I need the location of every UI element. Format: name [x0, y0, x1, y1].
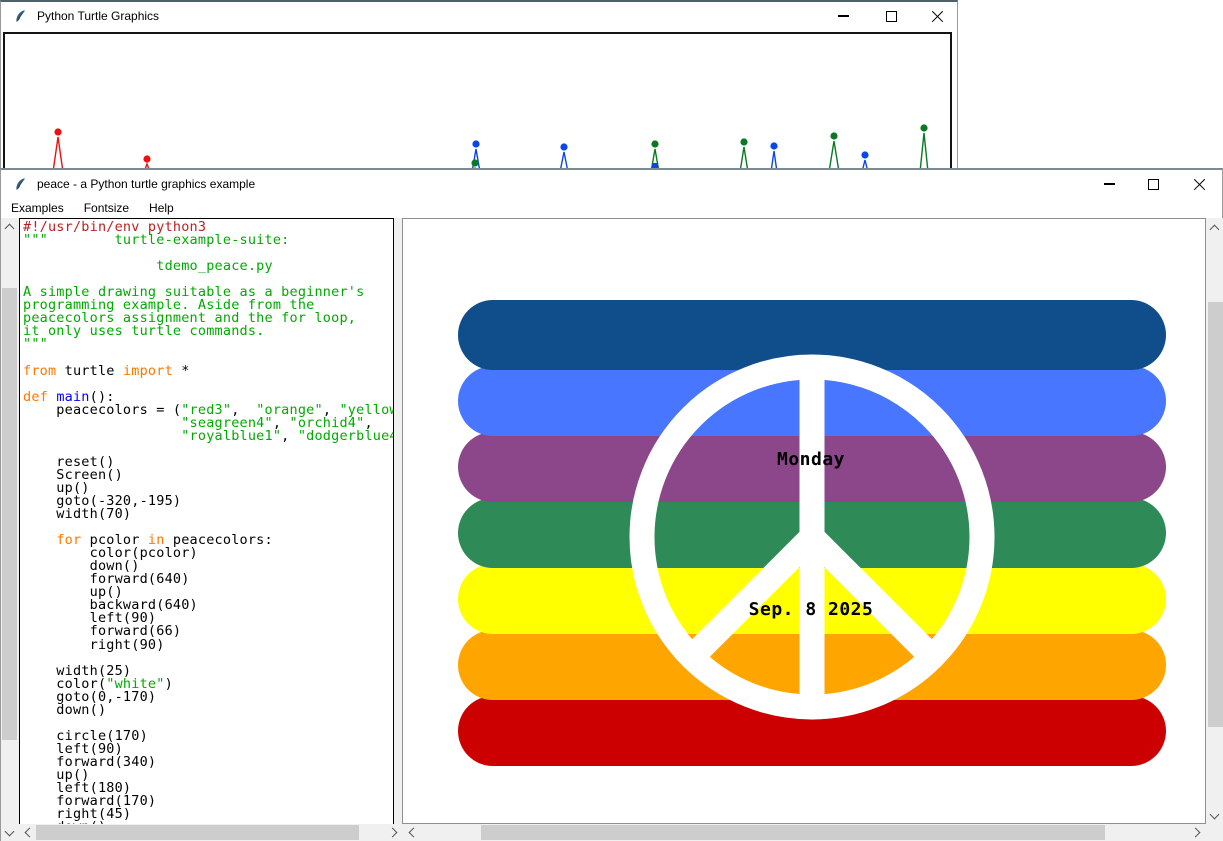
- chevron-up-icon: [5, 223, 15, 233]
- menu-bar: Examples Fontsize Help: [1, 198, 1222, 218]
- sprout-dot: [54, 128, 61, 135]
- sprout-dot: [143, 155, 150, 162]
- sprout-dot: [830, 132, 837, 139]
- maximize-button[interactable]: [1131, 170, 1176, 198]
- menu-help[interactable]: Help: [139, 199, 184, 218]
- peace-drawing-canvas: Monday Sep. 8 2025: [402, 218, 1206, 824]
- sprout-dot: [770, 142, 777, 149]
- scrollbar-thumb[interactable]: [2, 288, 17, 740]
- chevron-left-icon: [408, 828, 418, 838]
- close-icon: [931, 10, 944, 23]
- maximize-icon: [1148, 179, 1159, 190]
- menu-fontsize[interactable]: Fontsize: [74, 199, 139, 218]
- minimize-button[interactable]: [821, 2, 866, 30]
- code-line: right(90): [23, 639, 393, 652]
- code-line: it only uses turtle commands.: [23, 325, 393, 338]
- chevron-right-icon: [1190, 828, 1200, 838]
- sprout-dot: [472, 140, 479, 147]
- sprout-stem: [740, 147, 748, 169]
- peace-drawing: Monday Sep. 8 2025: [403, 219, 1205, 823]
- scrollbar-thumb[interactable]: [481, 825, 1105, 840]
- code-line: from turtle import *: [23, 365, 393, 378]
- code-text[interactable]: #!/usr/bin/env python3""" turtle-example…: [19, 218, 394, 826]
- peace-example-window: peace - a Python turtle graphics example…: [0, 168, 1223, 841]
- tk-feather-icon: [13, 176, 29, 192]
- sprout-stem: [920, 133, 928, 169]
- minimize-icon: [1104, 183, 1115, 184]
- minimize-button[interactable]: [1087, 170, 1132, 198]
- scroll-right-button[interactable]: [1188, 824, 1205, 841]
- scroll-down-button[interactable]: [1, 824, 18, 841]
- chevron-up-icon: [1210, 224, 1220, 234]
- scrollbar-thumb[interactable]: [36, 825, 359, 840]
- close-icon: [1193, 178, 1206, 191]
- scrollbar-thumb[interactable]: [1208, 302, 1223, 727]
- sprout-dot: [560, 143, 567, 150]
- turtle-graphics-window: Python Turtle Graphics: [0, 0, 958, 172]
- code-horizontal-scrollbar[interactable]: [19, 824, 402, 841]
- screen: { "turtle_window": { "title": "Python Tu…: [0, 0, 1223, 839]
- window-title: peace - a Python turtle graphics example: [37, 177, 255, 191]
- chevron-right-icon: [387, 828, 397, 838]
- maximize-icon: [886, 11, 897, 22]
- scroll-up-button[interactable]: [1206, 219, 1223, 236]
- maximize-button[interactable]: [869, 2, 914, 30]
- code-line: """: [23, 338, 393, 351]
- code-line: width(70): [23, 508, 393, 521]
- code-line: """ turtle-example-suite:: [23, 234, 393, 247]
- chevron-down-icon: [1210, 809, 1220, 819]
- window-title: Python Turtle Graphics: [37, 9, 159, 23]
- code-line: down(): [23, 704, 393, 717]
- sprout-stem: [53, 137, 63, 169]
- canvas-text: Sep. 8 2025: [749, 599, 874, 620]
- window-content: #!/usr/bin/env python3""" turtle-example…: [1, 218, 1222, 841]
- code-line: tdemo_peace.py: [23, 260, 393, 273]
- scroll-up-button[interactable]: [1, 218, 18, 235]
- scroll-left-button[interactable]: [19, 824, 36, 841]
- scroll-down-button[interactable]: [1206, 807, 1223, 824]
- menu-examples[interactable]: Examples: [1, 199, 74, 218]
- canvas-text: Monday: [777, 449, 845, 470]
- sprout-stem: [771, 151, 777, 169]
- chevron-left-icon: [24, 828, 34, 838]
- canvas-horizontal-scrollbar[interactable]: [403, 824, 1205, 841]
- chevron-down-icon: [5, 826, 15, 836]
- title-bar[interactable]: Python Turtle Graphics: [1, 2, 957, 30]
- sprout-dot: [740, 138, 747, 145]
- sprouts-drawing: [5, 34, 950, 169]
- sprout-dot: [651, 140, 658, 147]
- sprout-stem: [829, 141, 839, 169]
- sprout-stem: [560, 152, 568, 169]
- title-bar[interactable]: peace - a Python turtle graphics example: [1, 170, 1222, 198]
- sprout-dot: [861, 151, 868, 158]
- canvas-vertical-scrollbar[interactable]: [1206, 218, 1223, 841]
- close-button[interactable]: [1177, 170, 1222, 198]
- code-line: "royalblue1", "dodgerblue4"): [23, 430, 393, 443]
- scroll-left-button[interactable]: [403, 824, 420, 841]
- close-button[interactable]: [915, 2, 960, 30]
- sprout-dot: [471, 159, 478, 166]
- code-vertical-scrollbar[interactable]: [1, 218, 18, 841]
- turtle-drawing-canvas: [3, 32, 952, 171]
- minimize-icon: [838, 15, 849, 16]
- scroll-right-button[interactable]: [385, 824, 402, 841]
- tk-feather-icon: [13, 8, 29, 24]
- sprout-dot: [920, 124, 927, 131]
